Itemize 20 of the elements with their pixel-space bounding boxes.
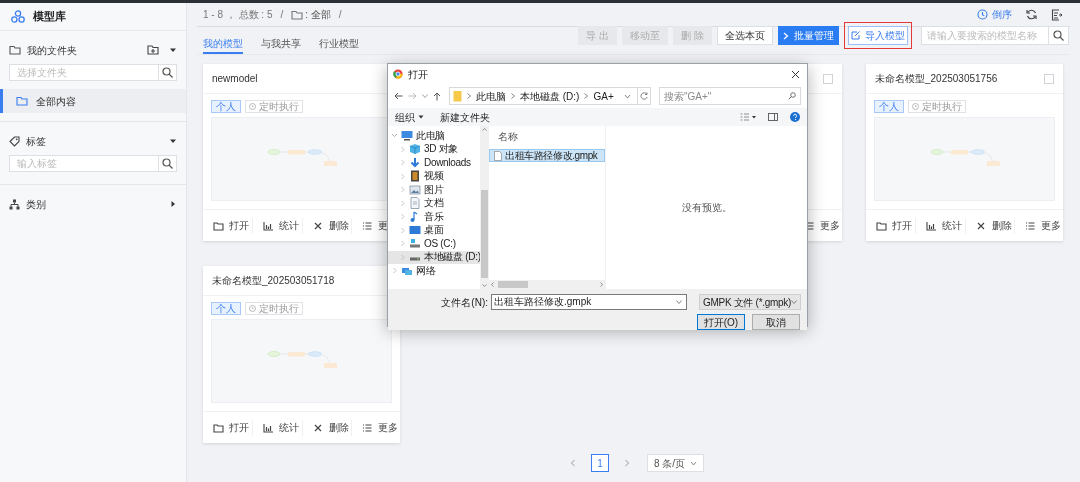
app-title: 模型库 [33, 9, 66, 25]
preview-message: 没有预览。 [681, 201, 732, 215]
schedule-tag: 定时执行 [245, 100, 303, 113]
card-title: newmodel [212, 72, 258, 86]
section-label: 标签 [26, 134, 46, 149]
schedule-tag: 定时执行 [245, 302, 303, 315]
schedule-tag: 定时执行 [908, 100, 966, 113]
folder-path: : 全部 [305, 8, 331, 22]
dialog-title: 打开 [408, 67, 428, 82]
card-title: 未命名模型_202503051756 [875, 72, 998, 86]
owner-tag: 个人 [874, 100, 904, 113]
result-summary: 1 - 8 ， 总数 : 5 [203, 8, 273, 22]
section-label: 我的文件夹 [27, 43, 77, 58]
owner-tag: 个人 [211, 100, 241, 113]
breadcrumb-separator: / [338, 8, 342, 22]
field-label: 文件名(N): [441, 295, 488, 310]
owner-tag: 个人 [211, 302, 241, 315]
breadcrumb-separator: / [280, 8, 284, 22]
section-label: 类别 [26, 197, 46, 212]
card-title: 未命名模型_202503051718 [212, 274, 335, 288]
